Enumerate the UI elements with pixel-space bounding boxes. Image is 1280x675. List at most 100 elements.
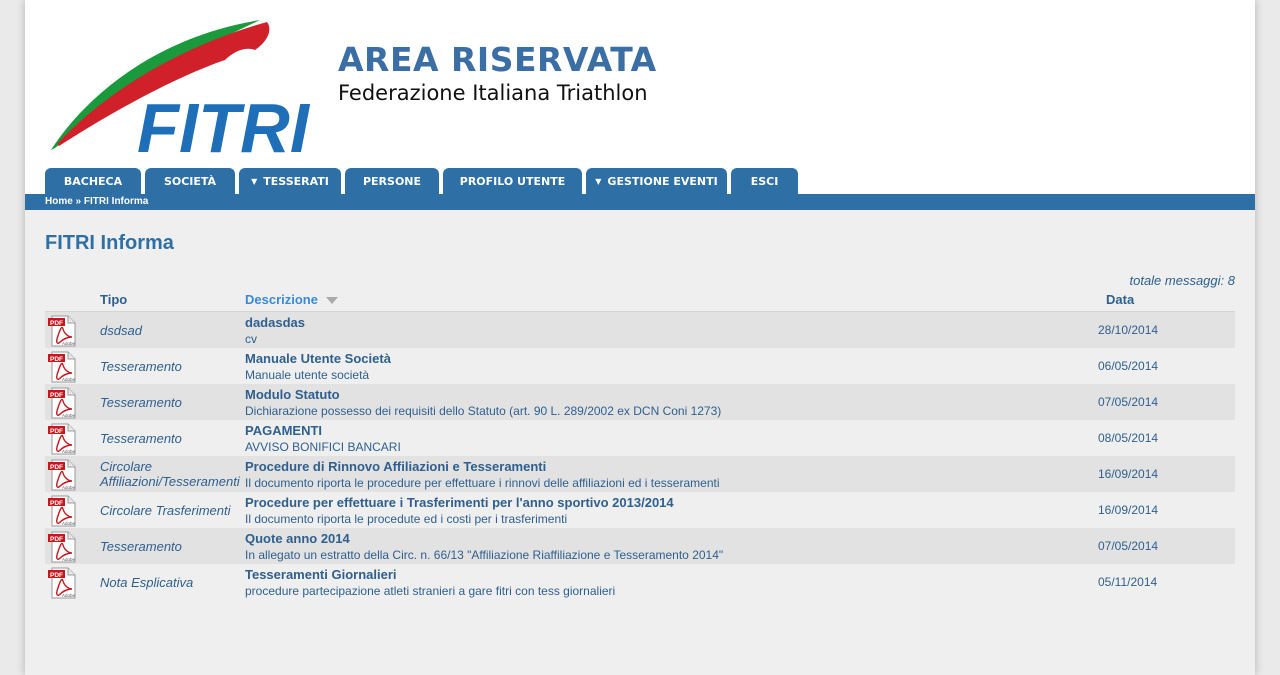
table-row: PDF Adobe Nota Esplicativa Tesseramenti … <box>45 564 1235 600</box>
sort-desc-icon <box>325 297 338 305</box>
logo-text: FITRI <box>137 89 311 156</box>
tab-societa[interactable]: SOCIETÀ <box>145 168 235 194</box>
pdf-brand-text: Adobe <box>62 377 76 382</box>
column-header-descrizione[interactable]: Descrizione <box>245 292 338 307</box>
tab-label: PERSONE <box>362 174 422 188</box>
row-date: 07/05/2014 <box>1098 539 1159 553</box>
pdf-badge-text: PDF <box>50 392 63 399</box>
row-tipo-text: dsdsad <box>100 322 142 338</box>
table-row: PDF Adobe Tesseramento PAGAMENTI AVVISO … <box>45 420 1235 456</box>
tab-label: BACHECA <box>63 174 123 188</box>
row-subtitle: Dichiarazione possesso dei requisiti del… <box>245 404 722 418</box>
column-header-tipo[interactable]: Tipo <box>100 292 127 307</box>
pdf-icon[interactable]: PDF Adobe <box>46 423 78 455</box>
row-tipo: Circolare Trasferimenti <box>100 492 245 528</box>
tab-bacheca[interactable]: BACHECA <box>45 168 141 194</box>
pdf-brand-text: Adobe <box>62 341 76 346</box>
pdf-badge-text: PDF <box>50 428 63 435</box>
pdf-icon[interactable]: PDF Adobe <box>46 351 78 383</box>
pdf-badge-text: PDF <box>50 356 63 363</box>
tab-profilo-utente[interactable]: PROFILO UTENTE <box>443 168 582 194</box>
tab-label: GESTIONE EVENTI <box>607 174 718 188</box>
row-date: 07/05/2014 <box>1098 395 1159 409</box>
row-subtitle: procedure partecipazione atleti stranier… <box>245 584 616 598</box>
row-description: Modulo Statuto Dichiarazione possesso de… <box>245 387 1105 419</box>
row-subtitle: In allegato un estratto della Circ. n. 6… <box>245 548 724 562</box>
tab-label: ESCI <box>750 174 779 188</box>
messages-table: PDF Adobe dsdsad dadasdas cv 28/10/2014 … <box>45 312 1235 600</box>
row-title-link[interactable]: PAGAMENTI <box>245 423 1105 439</box>
main-content: FITRI Informa totale messaggi: 8 Tipo De… <box>25 210 1255 675</box>
row-description: dadasdas cv <box>245 315 1105 347</box>
row-subtitle: cv <box>245 332 257 346</box>
row-date: 16/09/2014 <box>1098 503 1159 517</box>
row-title-link[interactable]: Tesseramenti Giornalieri <box>245 567 1105 583</box>
row-description: Tesseramenti Giornalieri procedure parte… <box>245 567 1105 599</box>
column-header-data[interactable]: Data <box>1106 292 1134 307</box>
pdf-brand-text: Adobe <box>62 485 76 490</box>
tab-tesserati[interactable]: ▼ TESSERATI <box>239 168 341 194</box>
pdf-badge-text: PDF <box>50 536 63 543</box>
pdf-brand-text: Adobe <box>62 413 76 418</box>
row-title-link[interactable]: Procedure di Rinnovo Affiliazioni e Tess… <box>245 459 1105 475</box>
tab-gestione-eventi[interactable]: ▼ GESTIONE EVENTI <box>586 168 727 194</box>
row-title-link[interactable]: Procedure per effettuare i Trasferimenti… <box>245 495 1105 511</box>
fitri-logo[interactable]: FITRI <box>45 12 311 156</box>
row-tipo-text: Tesseramento <box>100 538 182 554</box>
table-row: PDF Adobe Tesseramento Manuale Utente So… <box>45 348 1235 384</box>
page: FITRI AREA RISERVATA Federazione Italian… <box>25 0 1255 675</box>
row-tipo: Tesseramento <box>100 420 245 456</box>
row-title-link[interactable]: Modulo Statuto <box>245 387 1105 403</box>
page-title: FITRI Informa <box>45 232 174 254</box>
row-description: Quote anno 2014 In allegato un estratto … <box>245 531 1105 563</box>
row-title-link[interactable]: Manuale Utente Società <box>245 351 1105 367</box>
tab-esci[interactable]: ESCI <box>731 168 798 194</box>
pdf-badge-text: PDF <box>50 464 63 471</box>
tab-persone[interactable]: PERSONE <box>345 168 439 194</box>
row-date: 08/05/2014 <box>1098 431 1159 445</box>
tab-label: SOCIETÀ <box>163 174 217 188</box>
pdf-brand-text: Adobe <box>62 521 76 526</box>
tab-label: TESSERATI <box>263 174 329 188</box>
row-subtitle: Manuale utente società <box>245 368 370 382</box>
row-tipo-text: Circolare Affiliazioni/Tesseramenti <box>100 459 240 489</box>
pdf-icon[interactable]: PDF Adobe <box>46 387 78 419</box>
row-tipo: Circolare Affiliazioni/Tesseramenti <box>100 456 245 492</box>
row-title-link[interactable]: Quote anno 2014 <box>245 531 1105 547</box>
row-description: Procedure per effettuare i Trasferimenti… <box>245 495 1105 527</box>
row-tipo-text: Nota Esplicativa <box>100 574 194 590</box>
breadcrumb[interactable]: Home » FITRI Informa <box>45 196 148 207</box>
total-messages: totale messaggi: 8 <box>1129 273 1235 288</box>
pdf-icon[interactable]: PDF Adobe <box>46 495 78 527</box>
pdf-badge-text: PDF <box>50 572 63 579</box>
pdf-brand-text: Adobe <box>62 449 76 454</box>
pdf-badge-text: PDF <box>50 500 63 507</box>
row-tipo-text: Tesseramento <box>100 430 182 446</box>
row-subtitle: Il documento riporta le procedute ed i c… <box>245 512 568 526</box>
page-heading: AREA RISERVATA <box>338 40 657 79</box>
row-tipo: dsdsad <box>100 312 245 348</box>
pdf-icon[interactable]: PDF Adobe <box>46 315 78 347</box>
tab-label: PROFILO UTENTE <box>459 174 566 188</box>
pdf-icon[interactable]: PDF Adobe <box>46 531 78 563</box>
page-subheading: Federazione Italiana Triathlon <box>338 81 648 105</box>
title-block: AREA RISERVATA Federazione Italiana Tria… <box>338 40 657 105</box>
header: FITRI AREA RISERVATA Federazione Italian… <box>25 0 1255 168</box>
row-tipo-text: Tesseramento <box>100 358 182 374</box>
row-date: 06/05/2014 <box>1098 359 1159 373</box>
row-tipo: Tesseramento <box>100 528 245 564</box>
table-row: PDF Adobe Circolare Trasferimenti Proced… <box>45 492 1235 528</box>
pdf-icon[interactable]: PDF Adobe <box>46 459 78 491</box>
pdf-brand-text: Adobe <box>62 557 76 562</box>
row-date: 05/11/2014 <box>1098 575 1158 589</box>
pdf-icon[interactable]: PDF Adobe <box>46 567 78 599</box>
row-description: Procedure di Rinnovo Affiliazioni e Tess… <box>245 459 1105 491</box>
table-row: PDF Adobe dsdsad dadasdas cv 28/10/2014 <box>45 312 1235 348</box>
row-tipo-text: Tesseramento <box>100 394 182 410</box>
row-tipo: Tesseramento <box>100 384 245 420</box>
dropdown-triangle-icon: ▼ <box>251 176 258 186</box>
dropdown-triangle-icon: ▼ <box>595 176 602 186</box>
row-title-link[interactable]: dadasdas <box>245 315 1105 331</box>
nav-bar <box>25 194 1255 210</box>
row-tipo: Tesseramento <box>100 348 245 384</box>
